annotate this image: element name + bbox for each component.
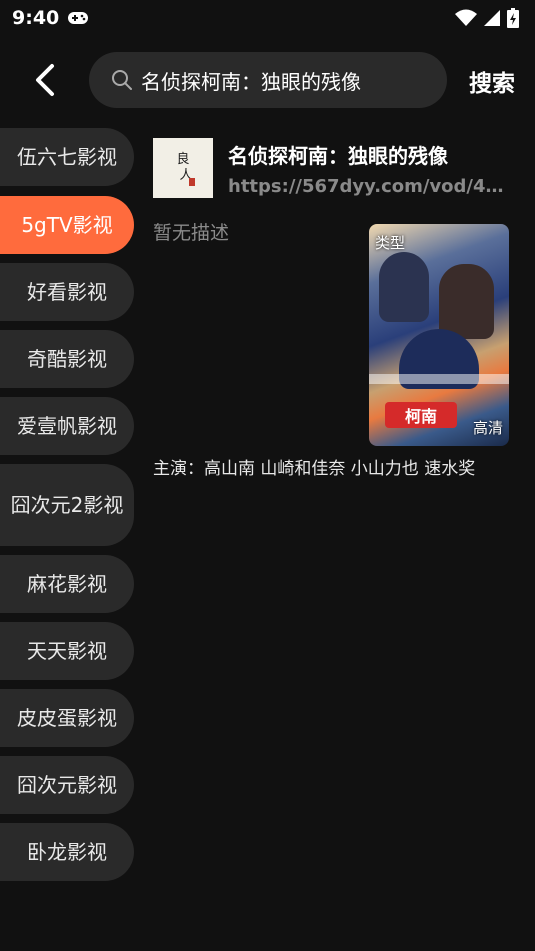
sidebar-item-label: 奇酷影视 [27, 346, 107, 371]
source-logo: 良 人 [153, 138, 213, 198]
sidebar-item-jiongciyuan[interactable]: 囧次元影视 [0, 756, 134, 814]
sidebar-item-label: 5gTV影视 [21, 212, 113, 237]
seal-stamp [189, 178, 195, 186]
sidebar-item-qiku[interactable]: 奇酷影视 [0, 330, 134, 388]
poster-type-badge: 类型 [375, 234, 406, 252]
signal-icon [484, 10, 500, 26]
sidebar-item-mahua[interactable]: 麻花影视 [0, 555, 134, 613]
sidebar-item-tiantian[interactable]: 天天影视 [0, 622, 134, 680]
sidebar-item-5gtv[interactable]: 5gTV影视 [0, 196, 134, 254]
battery-icon [507, 8, 519, 28]
status-bar: 9:40 [0, 0, 535, 36]
sidebar-item-label: 囧次元2影视 [10, 492, 124, 517]
result-actors: 主演：高山南 山崎和佳奈 小山力也 速水奖 [153, 459, 476, 479]
sidebar-item-wuliuqi[interactable]: 伍六七影视 [0, 128, 134, 186]
gamepad-icon [68, 12, 89, 24]
search-button[interactable]: 搜索 [469, 64, 515, 98]
sidebar-item-haokan[interactable]: 好看影视 [0, 263, 134, 321]
sidebar-item-label: 好看影视 [27, 279, 107, 304]
search-input[interactable]: 名侦探柯南：独眼的残像 [89, 52, 447, 108]
status-time: 9:40 [12, 7, 60, 29]
search-query: 名侦探柯南：独眼的残像 [141, 69, 361, 94]
sidebar-item-label: 天天影视 [27, 638, 107, 663]
back-button[interactable] [22, 58, 66, 102]
result-description: 暂无描述 [153, 222, 230, 244]
sidebar-item-label: 伍六七影视 [17, 144, 117, 169]
result-url: https://567dyy.com/vod/482... [228, 176, 513, 197]
search-header: 名侦探柯南：独眼的残像 搜索 [0, 50, 535, 110]
sidebar-item-label: 卧龙影视 [27, 839, 107, 864]
sidebar-item-wolong[interactable]: 卧龙影视 [0, 823, 134, 881]
result-title: 名侦探柯南：独眼的残像 [228, 144, 448, 168]
sidebar-item-label: 爱壹帆影视 [17, 413, 117, 438]
sidebar-item-pipidan[interactable]: 皮皮蛋影视 [0, 689, 134, 747]
sidebar-item-jiongciyuan2[interactable]: 囧次元2影视 [0, 464, 134, 546]
wifi-icon [455, 9, 477, 26]
poster-logo: 柯南 [385, 402, 457, 428]
status-icons [455, 8, 519, 28]
sidebar-item-label: 麻花影视 [27, 571, 107, 596]
sidebar-item-label: 囧次元影视 [17, 772, 117, 797]
poster-quality-badge: 高清 [472, 419, 503, 437]
sidebar-item-label: 皮皮蛋影视 [17, 705, 117, 730]
back-arrow-icon [36, 64, 54, 96]
search-icon [112, 70, 132, 90]
movie-poster[interactable]: 柯南 类型 高清 [369, 224, 509, 446]
sidebar-item-aiyifan[interactable]: 爱壹帆影视 [0, 397, 134, 455]
